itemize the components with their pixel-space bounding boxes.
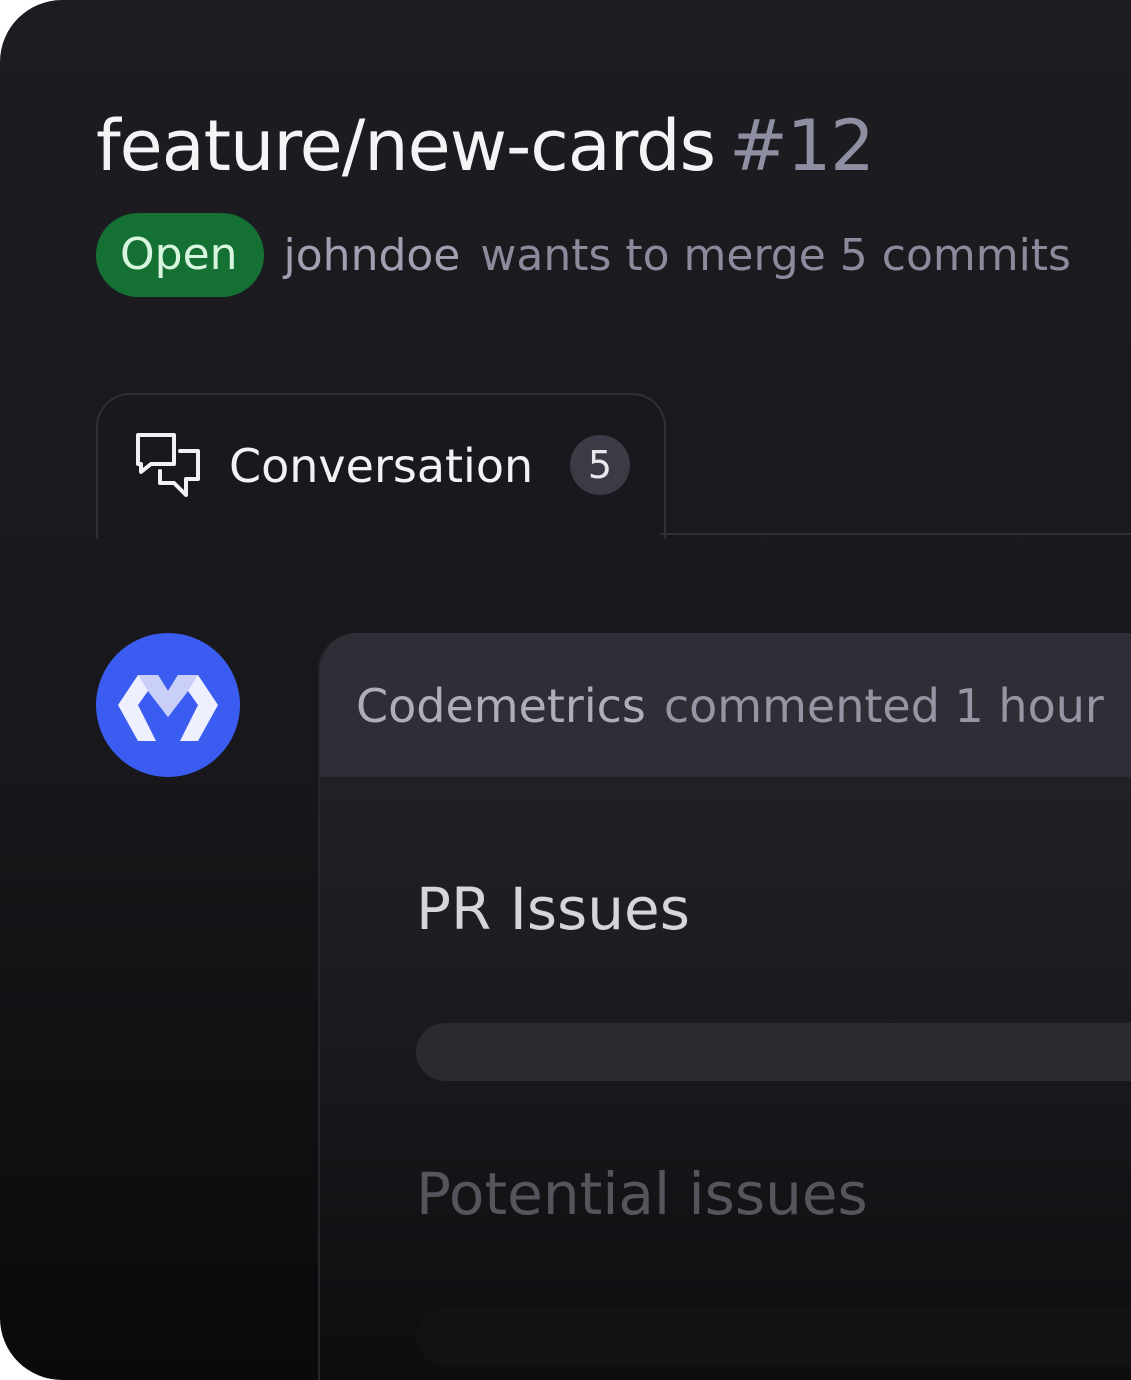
section-title-pr-issues: PR Issues (416, 875, 690, 943)
codemetrics-logo-icon (118, 675, 218, 741)
tab-conversation-label: Conversation (229, 439, 534, 493)
merge-description: wants to merge 5 commits (480, 229, 1071, 281)
section-title-potential-issues: Potential issues (416, 1160, 868, 1228)
conversation-icon (136, 433, 200, 497)
pr-number: #12 (729, 105, 875, 187)
pr-status-row: Open johndoe wants to merge 5 commits (96, 213, 1071, 297)
pr-title: feature/new-cards #12 (96, 104, 875, 188)
placeholder-bar (416, 1308, 1131, 1366)
comment-header: Codemetrics commented 1 hour (320, 633, 1131, 777)
placeholder-bar (416, 1023, 1131, 1081)
pr-branch-name: feature/new-cards (96, 105, 716, 187)
comment-timestamp: commented 1 hour (663, 679, 1104, 733)
tab-divider (660, 533, 1131, 535)
comment-card: Codemetrics commented 1 hour PR Issues Po… (318, 633, 1131, 1380)
app-window: feature/new-cards #12 Open johndoe wants … (0, 0, 1131, 1380)
commenter-name[interactable]: Codemetrics (356, 679, 646, 733)
author-link[interactable]: johndoe (284, 230, 461, 281)
avatar[interactable] (96, 633, 240, 777)
tab-conversation-count: 5 (570, 435, 630, 495)
status-badge: Open (96, 213, 264, 297)
